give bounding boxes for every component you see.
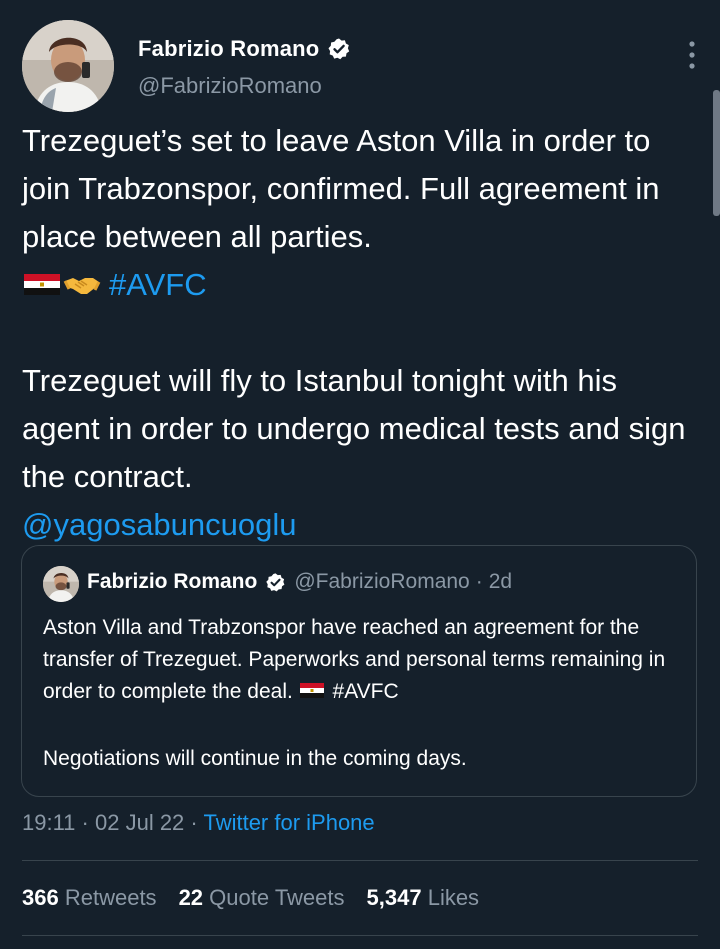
tweet-timestamp-row: 19:11 · 02 Jul 22 · Twitter for iPhone [22, 810, 375, 836]
avatar-photo-icon [22, 20, 114, 112]
tweet-text-line2: Trezeguet will fly to Istanbul tonight w… [22, 363, 686, 494]
avatar-photo-icon [43, 566, 79, 602]
handshake-icon [63, 278, 101, 294]
quoted-tweet-header: Fabrizio Romano @FabrizioRomano · 2d [87, 570, 512, 594]
tweet-paragraph-2: Trezeguet will fly to Istanbul tonight w… [22, 357, 702, 549]
quoted-author-name: Fabrizio Romano [87, 570, 258, 593]
tweet-date[interactable]: 02 Jul 22 [95, 810, 184, 835]
quote-tweets-label: Quote Tweets [209, 885, 345, 910]
author-name-row[interactable]: Fabrizio Romano [138, 36, 351, 62]
author-handle[interactable]: @FabrizioRomano [138, 73, 322, 99]
quoted-paragraph-1: Aston Villa and Trabzonspor have reached… [43, 612, 683, 708]
quote-tweets-stat[interactable]: 22 Quote Tweets [179, 885, 345, 911]
divider [22, 860, 698, 861]
likes-stat[interactable]: 5,347 Likes [367, 885, 480, 911]
tweet-time[interactable]: 19:11 [22, 810, 75, 835]
source-separator: · [190, 810, 198, 835]
quoted-author-avatar [43, 566, 79, 602]
author-name[interactable]: Fabrizio Romano [138, 36, 319, 62]
quoted-separator: · [475, 570, 483, 593]
quoted-tweet-body: Aston Villa and Trabzonspor have reached… [43, 612, 683, 775]
engagement-stats: 366 Retweets 22 Quote Tweets 5,347 Likes [22, 885, 501, 911]
tweet-source-link[interactable]: Twitter for iPhone [203, 810, 374, 835]
tweet-text-line1: Trezeguet’s set to leave Aston Villa in … [22, 123, 660, 254]
tweet-header: Fabrizio Romano @FabrizioRomano [22, 20, 702, 112]
hashtag-link[interactable]: #AVFC [109, 267, 207, 302]
quoted-tweet-card[interactable]: Fabrizio Romano @FabrizioRomano · 2d Ast… [21, 545, 697, 797]
retweets-count: 366 [22, 885, 59, 910]
divider [22, 935, 698, 936]
scrollbar-thumb[interactable] [713, 90, 720, 216]
quoted-tweet-age: 2d [488, 570, 513, 593]
verified-badge-icon [266, 572, 285, 591]
mention-link[interactable]: @yagosabuncuoglu [22, 507, 297, 542]
quoted-text-2: Negotiations will continue in the coming… [43, 747, 467, 770]
egypt-flag-icon [24, 274, 60, 295]
likes-count: 5,347 [366, 885, 422, 910]
egypt-flag-icon [299, 683, 324, 698]
more-options-icon[interactable] [682, 38, 702, 72]
quoted-author-handle: @FabrizioRomano [294, 570, 470, 593]
verified-badge-icon [328, 38, 350, 60]
likes-label: Likes [427, 885, 480, 910]
tweet-paragraph-1: Trezeguet’s set to leave Aston Villa in … [22, 117, 702, 309]
timestamp-separator: · [81, 810, 89, 835]
tweet-body: Trezeguet’s set to leave Aston Villa in … [22, 117, 702, 549]
quoted-paragraph-2: Negotiations will continue in the coming… [43, 743, 683, 775]
quote-tweets-count: 22 [178, 885, 204, 910]
quoted-hashtag: #AVFC [332, 680, 399, 703]
retweets-stat[interactable]: 366 Retweets [22, 885, 157, 911]
retweets-label: Retweets [64, 885, 157, 910]
author-avatar[interactable] [22, 20, 114, 112]
